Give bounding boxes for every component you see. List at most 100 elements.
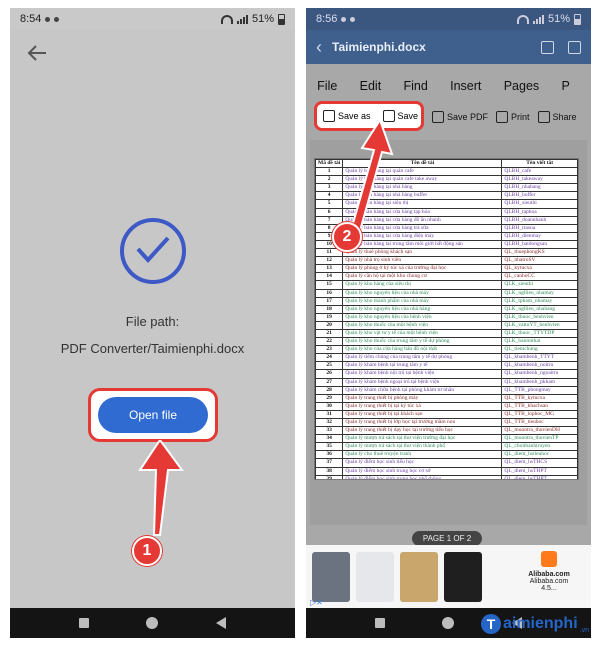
left-screen: 8:54 51% File path: PDF Converter/Taimie — [10, 8, 295, 608]
alibaba-logo-icon — [541, 551, 557, 567]
battery-percent: 51% — [251, 13, 274, 25]
topic-name: Quản lý căn hộ tại một khu chung cư — [342, 272, 503, 282]
status-time: 8:54 — [20, 13, 42, 25]
topic-name: Quản lý mượn trả sách tại thư viện trườn… — [342, 434, 503, 444]
topic-abbrev: QLBH_buffer — [501, 191, 578, 201]
table-row: 37 Quản lý điểm học sinh tiểu học QL_diem_… — [315, 458, 578, 468]
topic-abbrev: QLK_ngllieu_nhahang — [501, 304, 578, 314]
ad-drone-image — [312, 552, 350, 602]
table-row: 16 Quản lý kho nguyên liệu của nhà máy QLK… — [315, 288, 578, 298]
topic-abbrev: QL_TTB_kytucxa — [501, 393, 578, 403]
topic-abbrev: QLBH_trasua — [501, 223, 578, 233]
topic-name: Quản lý nhà trọ sinh viên — [342, 256, 503, 266]
table-row: 18 Quản lý kho nguyên liệu của nhà hàng QL… — [315, 304, 578, 314]
topic-abbrev: QL_diem_hstieuhoc — [501, 450, 578, 460]
row-number: 12 — [315, 256, 344, 266]
topic-abbrev: QL_nhatroSV — [501, 256, 578, 266]
topic-abbrev: QLBH_taphoa — [501, 207, 578, 217]
menu-insert[interactable]: Insert — [450, 79, 481, 93]
topic-abbrev: QLBH_nhahang — [501, 183, 578, 193]
topic-abbrev: QL_diem_hsTHCS — [501, 458, 578, 468]
row-number: 34 — [315, 434, 344, 444]
topic-abbrev: QL_khambenh_TTYT — [501, 353, 578, 363]
document-title: Taimienphi.docx — [332, 40, 426, 54]
status-bar: 8:54 51% — [10, 8, 295, 30]
battery-percent: 51% — [547, 13, 570, 25]
table-row: 14 Quản lý căn hộ tại một khu chung cư QL_… — [315, 272, 578, 282]
table-row: 33 Quản lý trang thiết bị dạy học tại trư… — [315, 426, 578, 436]
menu-more[interactable]: P — [561, 79, 569, 93]
home-icon[interactable] — [146, 617, 159, 629]
table-row: 12 Quản lý nhà trọ sinh viên QL_nhatroSV — [315, 256, 578, 266]
bookmark-icon[interactable] — [541, 40, 554, 54]
ad-speaker-image — [444, 552, 482, 602]
fullscreen-icon[interactable] — [568, 40, 581, 54]
row-number: 5 — [315, 199, 344, 209]
row-number: 17 — [315, 296, 344, 306]
watermark-letter: T — [480, 614, 501, 634]
row-number: 36 — [315, 450, 344, 460]
file-path-value: PDF Converter/Taimienphi.docx — [60, 341, 245, 356]
recents-icon[interactable] — [374, 618, 385, 628]
column-header: Tên viết tắt — [501, 159, 578, 169]
ad-info: Alibaba.com Alibaba.com 4.5... — [517, 551, 581, 592]
topic-name: Quản lý trang thiết bị dạy học tại trườn… — [342, 426, 503, 436]
back-chevron-icon[interactable]: ‹ — [316, 37, 322, 58]
save-as-icon — [323, 110, 335, 122]
ad-robot-image — [356, 552, 394, 602]
wifi-icon — [516, 14, 529, 24]
topic-name: Quản lý phòng ở ký túc xá của trường đại… — [342, 264, 503, 274]
topic-abbrev: QL_thuephongKS — [501, 248, 578, 258]
topic-name: Quản lý trang thiết bị lớp học tại trườn… — [342, 417, 503, 428]
topic-name: Quản lý kho hàng của siêu thị — [342, 280, 503, 290]
topic-abbrev: QLK_tpham_nhamay — [501, 296, 578, 306]
menu-pages[interactable]: Pages — [504, 79, 539, 93]
menu-bar: File Edit Find Insert Pages P — [306, 74, 591, 98]
row-number: 21 — [315, 328, 344, 339]
topic-name: Quản lý kho thành phẩm của nhà máy — [342, 296, 503, 306]
topic-abbrev: QL_muontra_thuvienDH — [501, 426, 578, 436]
back-arrow-icon[interactable] — [26, 42, 48, 64]
table-row: 25 Quản lý khám bệnh tại trung tâm y tế QL… — [315, 361, 578, 371]
right-phone: 8:56 51% ‹ Taimienphi.docx File Edit Fin… — [306, 8, 591, 638]
topic-name: Quản lý kho thuốc của trung tâm y tế dự … — [342, 337, 503, 347]
row-number: 30 — [315, 401, 344, 411]
save-pdf-button[interactable]: Save PDF — [432, 111, 488, 123]
menu-file[interactable]: File — [317, 79, 337, 93]
row-number: 35 — [315, 442, 344, 452]
menu-find[interactable]: Find — [403, 79, 427, 93]
row-number: 31 — [315, 409, 344, 420]
menu-edit[interactable]: Edit — [360, 79, 382, 93]
ad-close-icon[interactable]: ▷✕ — [310, 598, 323, 607]
table-row: 35 Quản lý mượn trả sách tại thư viện thà… — [315, 442, 578, 452]
topic-abbrev: QLK_thuoc_benhvien — [501, 312, 578, 322]
topic-abbrev: QLBH_dienmay — [501, 231, 578, 241]
table-row: 24 Quản lý tiêm chủng của trung tâm y tế … — [315, 353, 578, 363]
doc-title-bar: ‹ Taimienphi.docx — [306, 30, 591, 64]
topic-abbrev: QLK_vattuYT_benhvien — [501, 320, 578, 330]
topic-name: Quản lý cho thuê truyện tranh — [342, 450, 503, 460]
share-button[interactable]: Share — [537, 111, 577, 123]
open-file-button[interactable]: Open file — [98, 397, 208, 433]
table-row: 34 Quản lý mượn trả sách tại thư viện trư… — [315, 434, 578, 444]
notification-icon — [54, 16, 60, 22]
ad-food-image — [400, 552, 438, 602]
row-number: 18 — [315, 304, 344, 314]
row-number: 16 — [315, 288, 344, 298]
topic-name: Quản lý khám bệnh ngoại trú tại bệnh việ… — [342, 377, 503, 387]
row-number: 38 — [315, 466, 344, 476]
share-icon — [537, 111, 550, 123]
topic-name: Quản lý điểm học sinh trung học phổ thôn… — [342, 474, 503, 479]
table-row: 20 Quản lý kho thuốc của một bệnh viện QLK… — [315, 320, 578, 330]
print-button[interactable]: Print — [496, 111, 530, 123]
home-icon[interactable] — [442, 617, 455, 629]
topic-abbrev: QL_TTB_khachsan — [501, 401, 578, 411]
recents-icon[interactable] — [78, 618, 89, 628]
topic-abbrev: QL_canhoCC — [501, 272, 578, 282]
back-icon[interactable] — [216, 617, 227, 629]
table-row: 22 Quản lý kho thuốc của trung tâm y tế d… — [315, 337, 578, 347]
pdf-icon — [432, 111, 444, 123]
ad-banner[interactable]: Alibaba.com Alibaba.com 4.5... ▷✕ — [306, 545, 591, 609]
topic-abbrev: QL_khambenh_pkham — [501, 377, 578, 387]
topic-abbrev: QL_muontra_thuvienTP — [501, 434, 578, 444]
